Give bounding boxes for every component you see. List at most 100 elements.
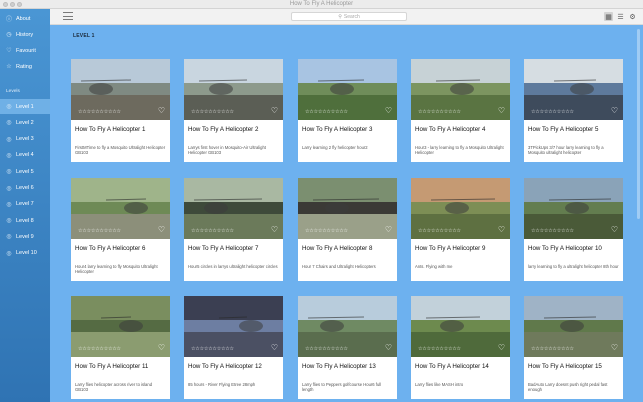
rating-stars[interactable]: ☆☆☆☆☆☆☆☆☆☆ (78, 228, 121, 234)
page-title: LEVEL 1 (73, 33, 95, 39)
favourite-heart-icon[interactable]: ♡ (498, 343, 505, 352)
favourite-heart-icon[interactable]: ♡ (385, 106, 392, 115)
video-card[interactable]: ☆☆☆☆☆☆☆☆☆☆ ♡ How To Fly A Helicopter 11 Lar… (71, 296, 170, 399)
sidebar-item-label: Level 4 (16, 152, 34, 159)
sidebar-item-history[interactable]: ◷ History (0, 27, 50, 42)
favourite-heart-icon[interactable]: ♡ (158, 225, 165, 234)
video-description: Larry flies like MASH intro (415, 382, 464, 387)
video-card[interactable]: ☆☆☆☆☆☆☆☆☆☆ ♡ How To Fly A Helicopter 8 Hour… (298, 178, 397, 281)
favourite-heart-icon[interactable]: ♡ (498, 225, 505, 234)
level-icon: ◎ (6, 104, 12, 110)
rating-stars[interactable]: ☆☆☆☆☆☆☆☆☆☆ (78, 346, 121, 352)
sidebar-item-level-6[interactable]: ◎ Level 6 (0, 181, 50, 196)
sidebar-item-label: History (16, 31, 34, 38)
favourite-heart-icon[interactable]: ♡ (271, 343, 278, 352)
video-card[interactable]: ☆☆☆☆☆☆☆☆☆☆ ♡ How To Fly A Helicopter 12 85 … (184, 296, 283, 399)
video-card[interactable]: ☆☆☆☆☆☆☆☆☆☆ ♡ How To Fly A Helicopter 15 Bad… (524, 296, 623, 399)
sidebar-item-about[interactable]: ⓘ About (0, 11, 50, 26)
sidebar-item-level-2[interactable]: ◎ Level 2 (0, 115, 50, 130)
video-description: 85 hours - River Flying Etree 28mph (188, 382, 256, 387)
video-description: Hour 7 Chairs and Ultralight Helicopters (302, 264, 376, 269)
sidebar-item-rating[interactable]: ☆ Rating (0, 59, 50, 74)
sidebar-item-label: Level 1 (16, 103, 34, 110)
video-title: How To Fly A Helicopter 5 (528, 126, 599, 133)
main-content: ⚲ Search ▦ ☰ ⚙ LEVEL 1 ☆☆☆☆☆☆☆☆☆☆ ♡ How To… (50, 9, 643, 402)
level-icon: ◎ (6, 218, 12, 225)
video-card[interactable]: ☆☆☆☆☆☆☆☆☆☆ ♡ How To Fly A Helicopter 13 Lar… (298, 296, 397, 399)
level-icon: ◎ (6, 234, 12, 241)
scrollbar[interactable] (637, 29, 640, 219)
video-card[interactable]: ☆☆☆☆☆☆☆☆☆☆ ♡ How To Fly A Helicopter 3 Larr… (298, 59, 397, 162)
sidebar-item-level-4[interactable]: ◎ Level 4 (0, 148, 50, 163)
video-title: How To Fly A Helicopter 6 (75, 245, 146, 252)
info-icon: ⓘ (5, 17, 12, 23)
sidebar-item-label: About (16, 15, 31, 22)
sidebar-item-level-3[interactable]: ◎ Level 3 (0, 132, 50, 147)
video-description: Larry flies to Peppers golfcourse Hour6 … (302, 382, 382, 393)
video-card[interactable]: ☆☆☆☆☆☆☆☆☆☆ ♡ How To Fly A Helicopter 1 Firs… (71, 59, 170, 162)
sidebar-item-label: Level 6 (16, 185, 34, 191)
sidebar-item-label: Level 7 (16, 201, 34, 208)
rating-stars[interactable]: ☆☆☆☆☆☆☆☆☆☆ (531, 228, 574, 234)
rating-stars[interactable]: ☆☆☆☆☆☆☆☆☆☆ (418, 346, 461, 352)
sidebar-item-favourit[interactable]: ♡ Favourit (0, 43, 50, 58)
sidebar-item-level-10[interactable]: ◎ Level 10 (0, 246, 50, 261)
favourite-heart-icon[interactable]: ♡ (271, 225, 278, 234)
favourite-heart-icon[interactable]: ♡ (158, 343, 165, 352)
video-description: Hour3 - larry learning to fly a Mosquito… (415, 145, 504, 156)
favourite-heart-icon[interactable]: ♡ (611, 225, 618, 234)
favourite-heart-icon[interactable]: ♡ (611, 343, 618, 352)
rating-stars[interactable]: ☆☆☆☆☆☆☆☆☆☆ (305, 109, 348, 115)
sidebar-item-label: Level 5 (16, 168, 34, 175)
video-card[interactable]: ☆☆☆☆☆☆☆☆☆☆ ♡ How To Fly A Helicopter 7 Hour… (184, 178, 283, 281)
sidebar-item-level-1[interactable]: ◎ Level 1 (0, 99, 50, 114)
favourite-heart-icon[interactable]: ♡ (385, 225, 392, 234)
favourite-heart-icon[interactable]: ♡ (385, 343, 392, 352)
level-icon: ◎ (6, 136, 12, 143)
level-icon: ◎ (6, 120, 12, 127)
video-card[interactable]: ☆☆☆☆☆☆☆☆☆☆ ♡ How To Fly A Helicopter 2 Larr… (184, 59, 283, 162)
rating-stars[interactable]: ☆☆☆☆☆☆☆☆☆☆ (531, 346, 574, 352)
menu-icon[interactable] (63, 12, 73, 20)
search-placeholder: Search (343, 13, 360, 20)
rating-stars[interactable]: ☆☆☆☆☆☆☆☆☆☆ (418, 109, 461, 115)
video-card[interactable]: ☆☆☆☆☆☆☆☆☆☆ ♡ How To Fly A Helicopter 4 Hour… (411, 59, 510, 162)
sidebar-item-label: Rating (16, 63, 32, 70)
grid-view-icon[interactable]: ▦ (604, 12, 613, 21)
settings-icon[interactable]: ⚙ (628, 12, 637, 21)
rating-stars[interactable]: ☆☆☆☆☆☆☆☆☆☆ (78, 109, 121, 115)
list-view-icon[interactable]: ☰ (616, 12, 625, 21)
rating-stars[interactable]: ☆☆☆☆☆☆☆☆☆☆ (191, 109, 234, 115)
sidebar-item-level-7[interactable]: ◎ Level 7 (0, 197, 50, 212)
favourite-heart-icon[interactable]: ♡ (158, 106, 165, 115)
video-card[interactable]: ☆☆☆☆☆☆☆☆☆☆ ♡ How To Fly A Helicopter 14 Lar… (411, 296, 510, 399)
rating-stars[interactable]: ☆☆☆☆☆☆☆☆☆☆ (191, 346, 234, 352)
video-card[interactable]: ☆☆☆☆☆☆☆☆☆☆ ♡ How To Fly A Helicopter 10 lar… (524, 178, 623, 281)
sidebar-item-level-8[interactable]: ◎ Level 8 (0, 213, 50, 228)
sidebar-item-level-9[interactable]: ◎ Level 9 (0, 229, 50, 244)
rating-stars[interactable]: ☆☆☆☆☆☆☆☆☆☆ (191, 228, 234, 234)
app-window: How To Fly A Helicopter ⓘ About ◷ Histor… (0, 0, 643, 402)
sidebar-item-level-5[interactable]: ◎ Level 5 (0, 164, 50, 179)
video-card[interactable]: ☆☆☆☆☆☆☆☆☆☆ ♡ How To Fly A Helicopter 5 3TPi… (524, 59, 623, 162)
rating-stars[interactable]: ☆☆☆☆☆☆☆☆☆☆ (305, 228, 348, 234)
sidebar-item-label: Level 2 (16, 119, 34, 126)
favourite-heart-icon[interactable]: ♡ (271, 106, 278, 115)
video-title: How To Fly A Helicopter 1 (75, 126, 146, 133)
video-title: How To Fly A Helicopter 3 (302, 126, 373, 133)
video-description: Larrys first hover in Mosquito-Air Ultra… (188, 145, 266, 156)
favourite-heart-icon[interactable]: ♡ (611, 106, 618, 115)
video-card[interactable]: ☆☆☆☆☆☆☆☆☆☆ ♡ How To Fly A Helicopter 9 Ants… (411, 178, 510, 281)
rating-stars[interactable]: ☆☆☆☆☆☆☆☆☆☆ (418, 228, 461, 234)
video-title: How To Fly A Helicopter 10 (528, 245, 602, 252)
sidebar-item-label: Level 3 (16, 136, 34, 143)
video-card[interactable]: ☆☆☆☆☆☆☆☆☆☆ ♡ How To Fly A Helicopter 6 Hour… (71, 178, 170, 281)
rating-stars[interactable]: ☆☆☆☆☆☆☆☆☆☆ (305, 346, 348, 352)
toolbar: ⚲ Search ▦ ☰ ⚙ (50, 9, 643, 25)
video-title: How To Fly A Helicopter 9 (415, 245, 486, 252)
video-title: How To Fly A Helicopter 8 (302, 245, 373, 252)
favourite-heart-icon[interactable]: ♡ (498, 106, 505, 115)
search-field[interactable]: ⚲ Search (291, 12, 407, 21)
rating-stars[interactable]: ☆☆☆☆☆☆☆☆☆☆ (531, 109, 574, 115)
sidebar-item-label: Level 10 (16, 250, 37, 257)
